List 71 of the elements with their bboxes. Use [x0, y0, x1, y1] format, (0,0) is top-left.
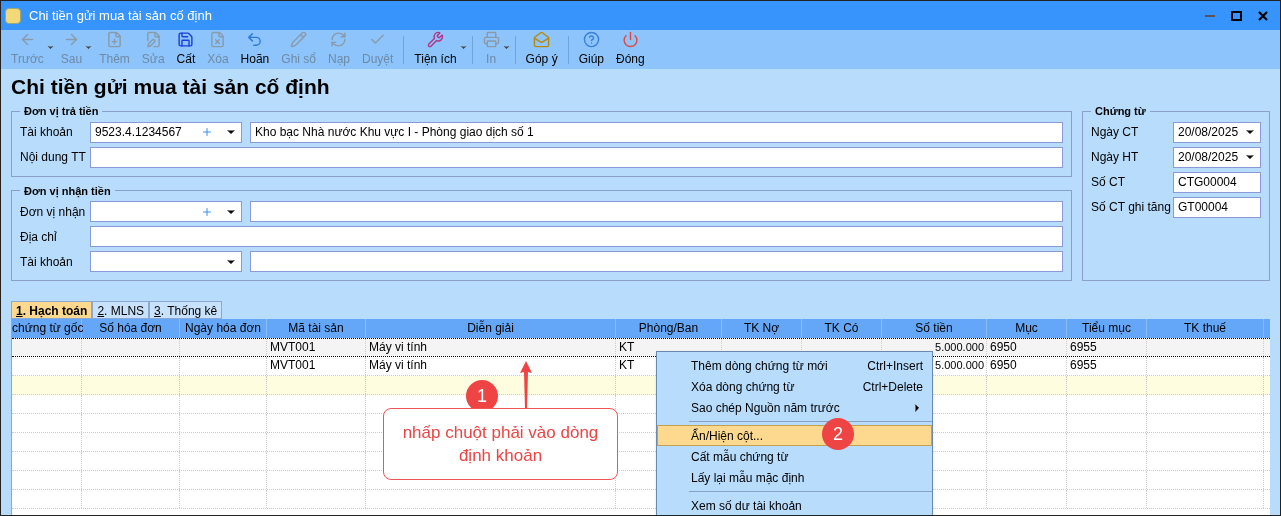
- toolbar-button[interactable]: Đóng: [610, 31, 651, 68]
- shortcut-text: Ctrl+Insert: [867, 357, 923, 375]
- table-cell: 6955: [1070, 340, 1097, 354]
- table-cell: KT: [619, 340, 635, 354]
- plus-icon[interactable]: [201, 205, 213, 218]
- field-label: Số CT: [1091, 174, 1126, 191]
- pencil-icon: [290, 31, 308, 48]
- table-cell: MVT001: [270, 358, 316, 372]
- table-cell: 6950: [990, 358, 1017, 372]
- toolbar-button[interactable]: Cất: [170, 31, 202, 68]
- envelope-icon: [533, 31, 551, 48]
- tools-icon: [427, 31, 444, 48]
- group-title: Chứng từ: [1094, 104, 1147, 119]
- undo-icon: [246, 31, 264, 48]
- date-picker[interactable]: 20/08/2025: [1173, 146, 1261, 168]
- date-picker[interactable]: 20/08/2025: [1173, 121, 1261, 143]
- content-field[interactable]: [90, 146, 1063, 168]
- arrow: [519, 359, 533, 409]
- field-label: Tài khoản: [20, 124, 74, 141]
- power-icon: [621, 31, 639, 48]
- help-icon: [582, 31, 600, 48]
- menu-item[interactable]: Lấy lại mẫu mặc định: [657, 467, 932, 488]
- tab[interactable]: 3. Thống kê: [149, 301, 223, 319]
- refresh-icon: [330, 31, 348, 48]
- printer-icon: [482, 31, 500, 48]
- group-title: Đơn vị trả tiền: [23, 104, 100, 120]
- table-cell: Máy vi tính: [369, 358, 428, 372]
- input-field[interactable]: CTG00004: [1173, 171, 1261, 193]
- tab[interactable]: 1. Hạch toán: [11, 301, 93, 319]
- document-plus-icon: [106, 31, 123, 48]
- menu-item[interactable]: Thêm dòng chứng từ mới Ctrl+Insert: [657, 355, 932, 376]
- window-title: Chi tiền gửi mua tài sản cố định: [29, 6, 212, 25]
- field-label: Số CT ghi tăng: [1091, 199, 1172, 216]
- account-name-field[interactable]: Kho bạc Nhà nước Khu vực I - Phòng giao dịch số 1: [250, 121, 1063, 143]
- field-label: Ngày HT: [1091, 149, 1140, 166]
- account-combo[interactable]: 9523.4.1234567: [90, 121, 242, 143]
- close-icon[interactable]: [1258, 10, 1268, 21]
- menu-item[interactable]: Sao chép Nguồn năm trước: [657, 397, 932, 418]
- toolbar-button[interactable]: Giúp: [572, 31, 610, 68]
- toolbar-button[interactable]: Tiện ích: [408, 31, 463, 68]
- field-label: Tài khoản: [20, 253, 74, 271]
- app-icon: [5, 7, 21, 24]
- table-cell: 5.000.000: [935, 341, 984, 353]
- document-edit-icon: [144, 31, 162, 48]
- input-field[interactable]: GT00004: [1173, 196, 1261, 218]
- table-cell: Máy vi tính: [369, 340, 428, 354]
- page-heading: Chi tiền gửi mua tài sản cố định: [11, 74, 331, 100]
- table-cell: KT: [619, 358, 635, 372]
- field-label: Ngày CT: [1091, 124, 1140, 141]
- document-x-icon: [209, 31, 227, 48]
- tab[interactable]: 2. MLNS: [92, 301, 150, 319]
- table-cell: 6955: [1070, 358, 1097, 372]
- table-cell: MVT001: [270, 340, 316, 354]
- toolbar-button[interactable]: Góp ý: [519, 31, 564, 68]
- restore-icon[interactable]: [1231, 10, 1242, 21]
- payee-name-field[interactable]: [250, 201, 1063, 222]
- field-label: Nội dung TT: [20, 149, 87, 166]
- toolbar-button[interactable]: Hoãn: [234, 31, 276, 68]
- group-title: Đơn vị nhận tiền: [23, 183, 112, 199]
- grid-row[interactable]: MVT001 Máy vi tính KT 5.000.000 6950 6955: [12, 338, 1270, 357]
- minimize-icon[interactable]: [1205, 14, 1215, 17]
- field-label: Địa chỉ: [20, 228, 58, 246]
- table-cell: 6950: [990, 340, 1017, 354]
- field-label: Đơn vị nhận: [20, 203, 87, 221]
- callout-text: nhấp chuột phải vào dòng định khoản: [401, 422, 600, 467]
- payee-account-name-field[interactable]: [250, 251, 1063, 272]
- address-field[interactable]: [90, 226, 1063, 247]
- plus-icon[interactable]: [201, 126, 213, 138]
- menu-item[interactable]: Xem số dư tài khoản: [657, 495, 932, 515]
- shortcut-text: Ctrl+Delete: [862, 378, 923, 396]
- table-cell: 5.000.000: [935, 359, 984, 371]
